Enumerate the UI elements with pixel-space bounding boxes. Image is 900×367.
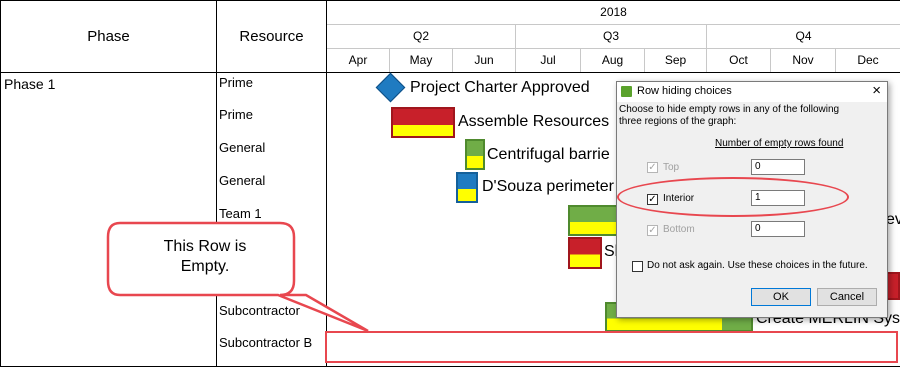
- quarter-header: Q3: [602, 29, 619, 43]
- top-label: Top: [663, 162, 680, 173]
- task-bar[interactable]: [465, 139, 485, 170]
- header-bottom-border: [0, 72, 900, 73]
- cancel-button[interactable]: Cancel: [817, 288, 877, 306]
- task-label[interactable]: D'Souza perimeter: [482, 178, 614, 196]
- phase-column-header[interactable]: Phase: [1, 0, 216, 72]
- milestone-diamond[interactable]: [375, 72, 406, 103]
- task-bar[interactable]: [568, 205, 618, 236]
- bottom-checkbox[interactable]: ✓: [647, 225, 658, 236]
- ok-button[interactable]: OK: [751, 288, 811, 306]
- month-header: Jul: [540, 53, 556, 67]
- resource-label[interactable]: Prime: [219, 75, 253, 90]
- month-header: Jun: [474, 53, 494, 67]
- resource-label[interactable]: Prime: [219, 107, 253, 122]
- year-header: 2018: [600, 5, 627, 19]
- month-header: Oct: [729, 53, 748, 67]
- task-bar[interactable]: [886, 272, 900, 300]
- column-header: Number of empty rows found: [715, 138, 844, 149]
- task-label[interactable]: Assemble Resources: [458, 113, 609, 131]
- month-header: May: [409, 53, 433, 67]
- callout-line: This Row is: [163, 238, 247, 255]
- task-bar[interactable]: [568, 237, 602, 269]
- callout-line: Empty.: [180, 258, 230, 275]
- bottom-label: Bottom: [663, 224, 695, 235]
- month-header: Dec: [857, 53, 879, 67]
- dont-ask-checkbox[interactable]: [632, 261, 643, 272]
- dialog-titlebar[interactable]: Row hiding choices ×: [617, 82, 887, 102]
- top-count-field[interactable]: 0: [751, 159, 805, 175]
- dialog-title: Row hiding choices: [637, 85, 732, 97]
- task-label[interactable]: ev: [886, 211, 900, 229]
- interior-highlight-ellipse: [617, 177, 849, 217]
- dialog-intro: Choose to hide empty rows in any of the …: [619, 104, 840, 127]
- close-icon[interactable]: ×: [872, 82, 881, 99]
- month-header: Aug: [601, 53, 624, 67]
- task-label[interactable]: Centrifugal barrie: [487, 146, 610, 164]
- month-header: Apr: [348, 53, 368, 67]
- quarter-header: Q4: [795, 29, 812, 43]
- resource-label[interactable]: General: [219, 173, 265, 188]
- empty-row-highlight: [325, 331, 898, 363]
- month-header: Sep: [664, 53, 687, 67]
- dont-ask-label: Do not ask again. Use these choices in t…: [647, 260, 868, 271]
- app-icon: [621, 86, 632, 97]
- resource-label[interactable]: General: [219, 140, 265, 155]
- month-header: Nov: [792, 53, 814, 67]
- callout-text: This Row is Empty.: [110, 237, 300, 277]
- task-label[interactable]: Project Charter Approved: [410, 79, 590, 97]
- task-bar[interactable]: [391, 107, 455, 138]
- top-checkbox[interactable]: ✓: [647, 162, 658, 173]
- task-bar[interactable]: [456, 172, 478, 203]
- bottom-count-field[interactable]: 0: [751, 221, 805, 237]
- resource-column-header[interactable]: Resource: [217, 0, 326, 72]
- quarter-header: Q2: [412, 29, 429, 43]
- phase-label[interactable]: Phase 1: [4, 76, 55, 92]
- resource-label[interactable]: Subcontractor B: [219, 335, 312, 350]
